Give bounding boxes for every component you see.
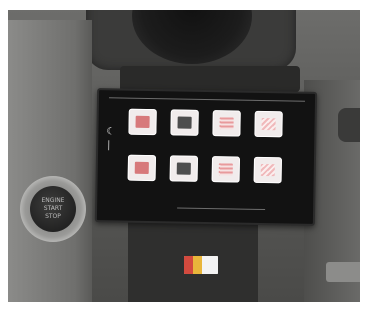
panel-top-line [109, 97, 305, 102]
switch-panel: ☾ [94, 88, 318, 226]
spot-light-icon [261, 117, 276, 131]
dashboard-photo: ENGINE START STOP ☾ [8, 10, 360, 302]
dashboard-left-panel [8, 20, 92, 302]
switch-key-7[interactable] [211, 156, 241, 183]
switch-key-8[interactable] [253, 156, 283, 184]
start-button-text-2: START [43, 205, 63, 212]
night-mode-icon: ☾ [106, 126, 116, 138]
dome-light-icon [135, 115, 150, 129]
console-sticker [184, 256, 218, 274]
panel-side-mark [108, 140, 110, 151]
aux-light-icon [260, 163, 275, 177]
start-button-text-1: ENGINE [41, 197, 65, 204]
switch-key-4[interactable] [254, 110, 283, 138]
switch-key-3[interactable] [212, 110, 241, 137]
panel-bottom-line [177, 207, 266, 211]
sticker-red-band [184, 256, 193, 274]
right-bottom-switch [326, 262, 360, 282]
switch-key-6[interactable] [169, 155, 199, 182]
rear-light-icon [218, 163, 233, 176]
beacon-icon [177, 116, 192, 129]
switch-key-1[interactable] [128, 108, 157, 136]
switch-key-5[interactable] [127, 154, 157, 182]
step-light-icon [176, 162, 191, 175]
seat-light-icon [134, 161, 149, 175]
engine-start-stop-button[interactable]: ENGINE START STOP [30, 186, 76, 232]
work-light-icon [219, 117, 234, 130]
sticker-white-band [202, 256, 218, 274]
right-control-knob [338, 108, 360, 142]
switch-key-2[interactable] [170, 109, 199, 136]
sticker-yellow-band [193, 256, 202, 274]
start-button-text-3: STOP [45, 213, 61, 220]
